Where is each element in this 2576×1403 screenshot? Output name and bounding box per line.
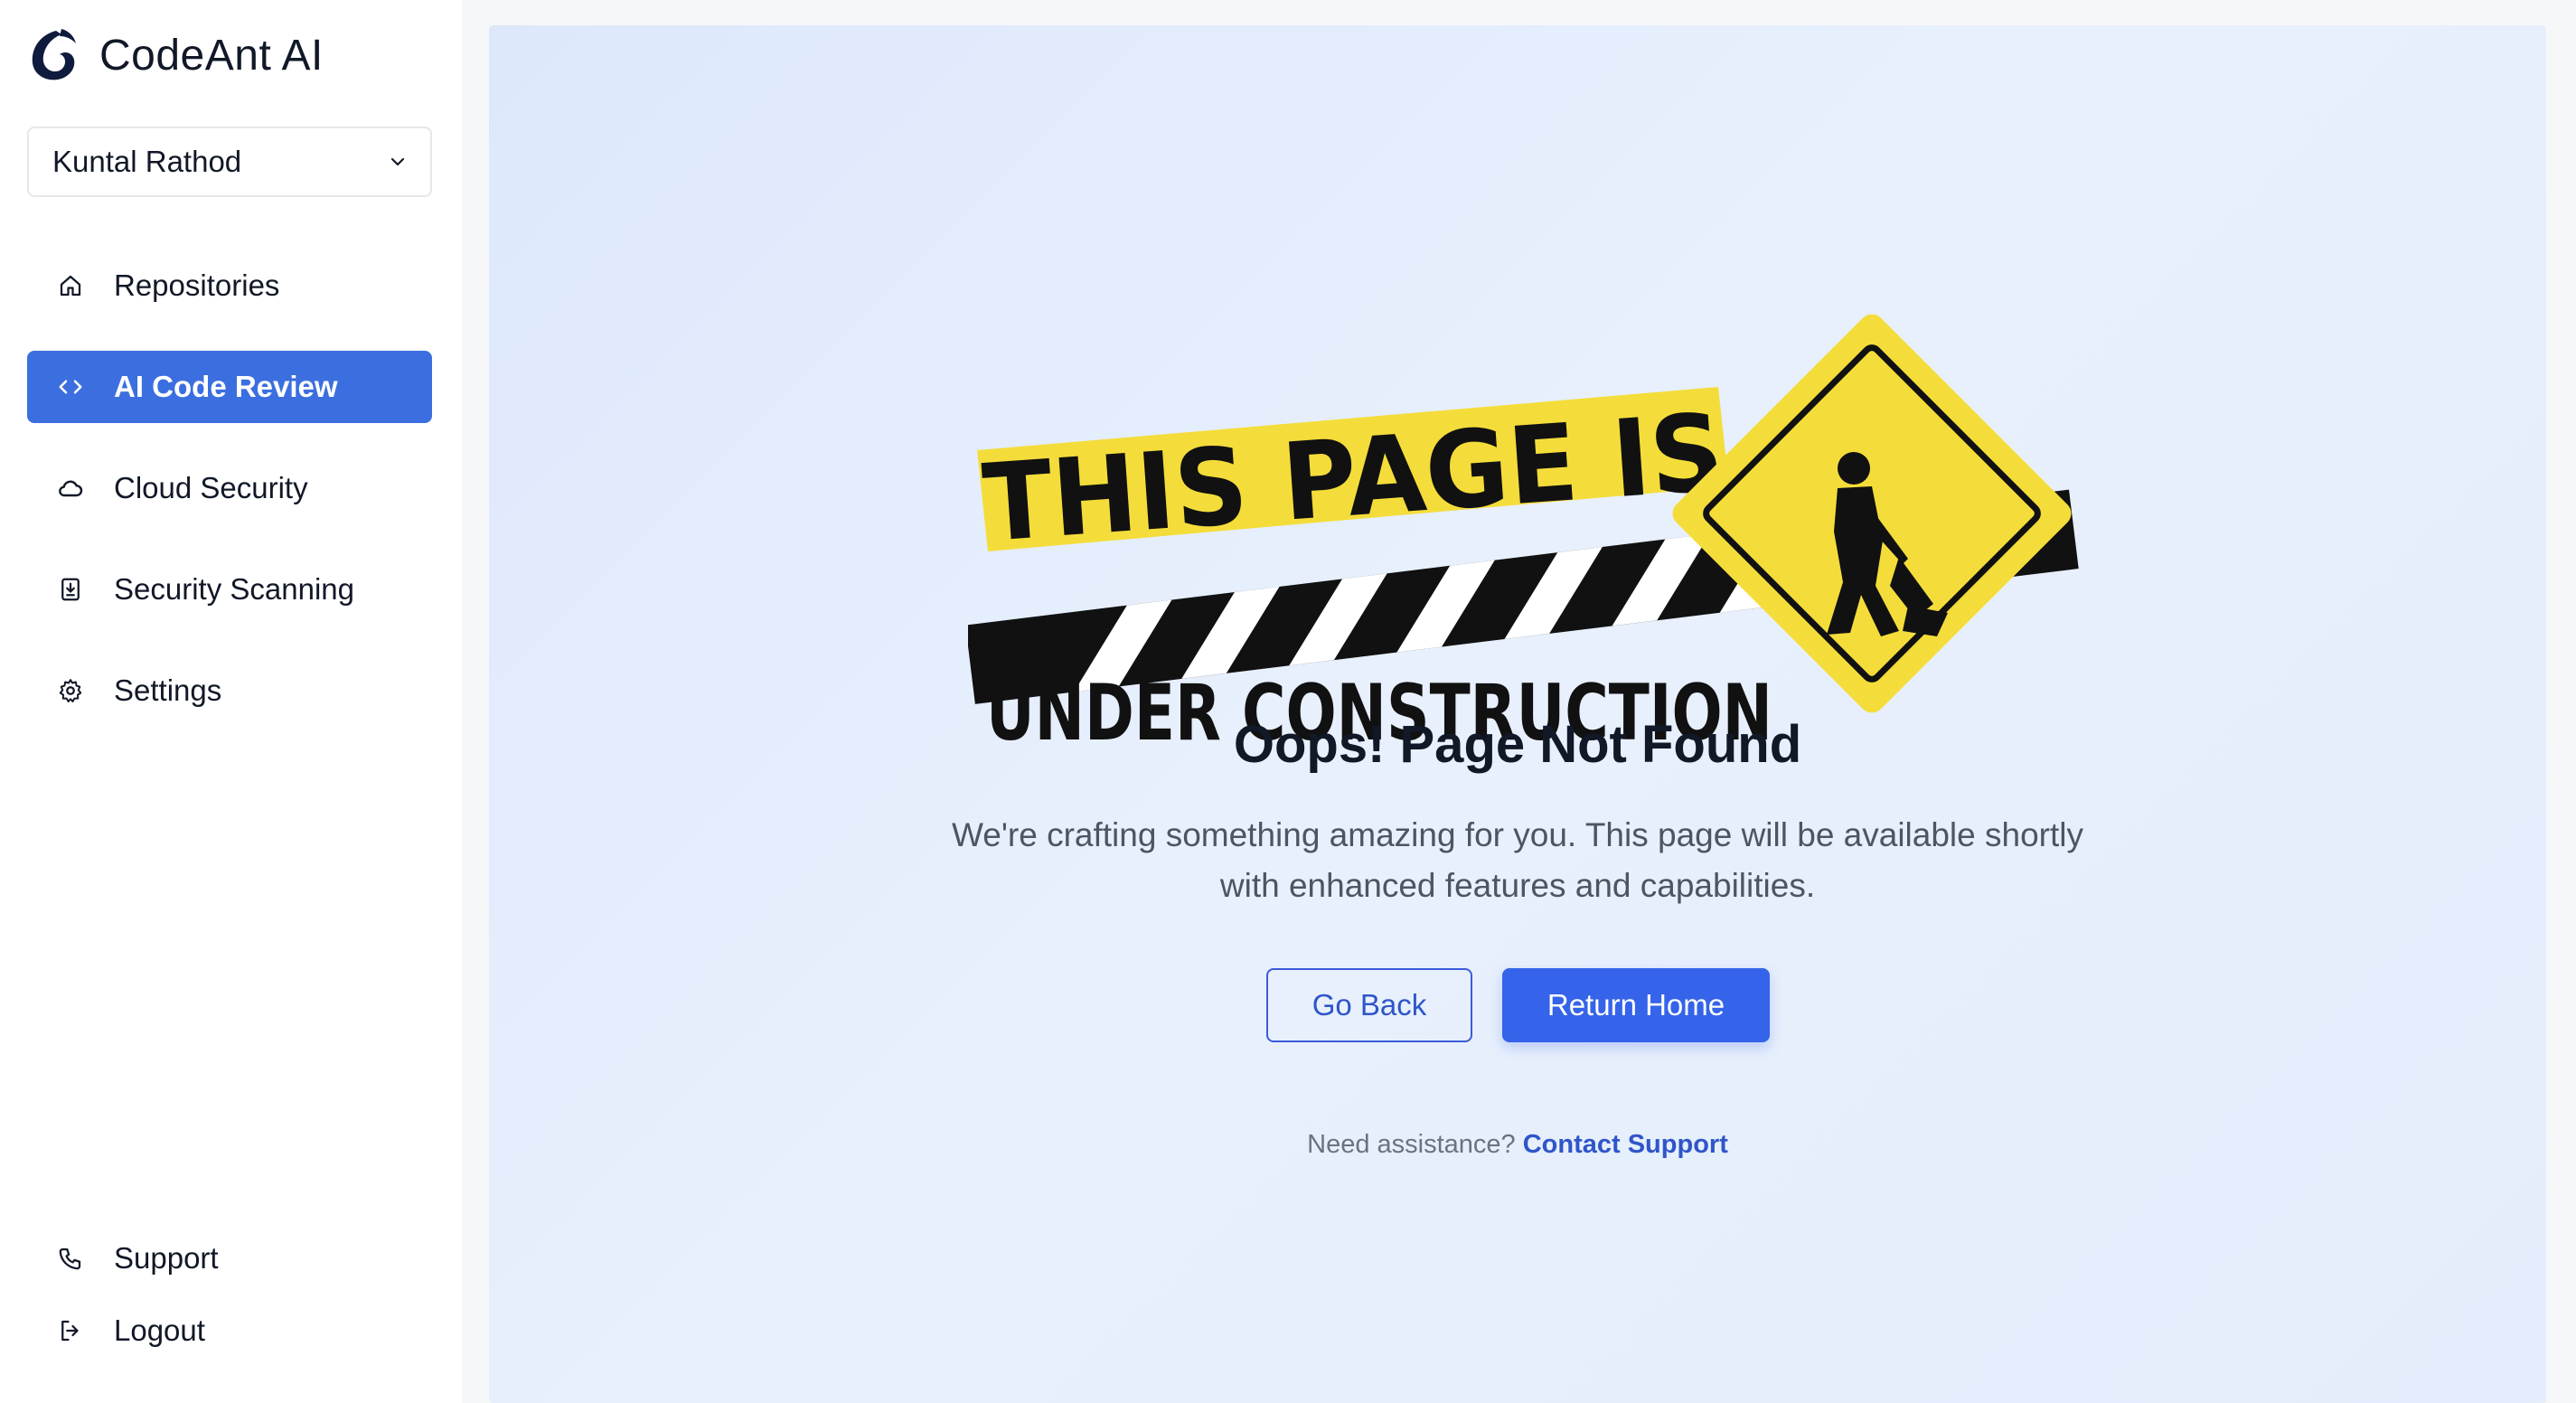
sidebar-item-cloud-security[interactable]: Cloud Security [27, 452, 432, 524]
org-selector-value: Kuntal Rathod [52, 145, 242, 178]
logout-icon [56, 1316, 85, 1345]
sidebar-item-label: Support [114, 1241, 219, 1275]
sidebar: CodeAnt AI Kuntal Rathod Repositories AI… [0, 0, 462, 1403]
home-icon [56, 271, 85, 300]
sidebar-item-ai-code-review[interactable]: AI Code Review [27, 351, 432, 423]
sidebar-nav: Repositories AI Code Review Cloud Securi… [27, 250, 432, 756]
sidebar-item-label: Logout [114, 1314, 205, 1347]
main-content: THIS PAGE IS UNDER CONSTRUCTION Oops! Pa… [489, 25, 2546, 1403]
chevron-down-icon [390, 157, 405, 166]
sidebar-item-security-scanning[interactable]: Security Scanning [27, 553, 432, 626]
sidebar-item-label: Settings [114, 673, 222, 707]
org-selector[interactable]: Kuntal Rathod [27, 127, 432, 197]
cloud-icon [56, 474, 85, 503]
gear-icon [56, 676, 85, 705]
illustration-line1: THIS PAGE IS [979, 390, 1727, 566]
brand[interactable]: CodeAnt AI [25, 24, 324, 87]
sidebar-item-label: Repositories [114, 268, 280, 302]
help-prompt: Need assistance? [1307, 1130, 1516, 1159]
page-title: Oops! Page Not Found [1233, 715, 1802, 774]
description-line1: We're crafting something amazing for you… [952, 816, 2083, 853]
brand-name: CodeAnt AI [99, 31, 324, 80]
phone-icon [56, 1244, 85, 1273]
return-home-button[interactable]: Return Home [1502, 968, 1770, 1042]
code-icon [56, 372, 85, 401]
under-construction-illustration: THIS PAGE IS UNDER CONSTRUCTION [968, 315, 2079, 749]
sidebar-item-label: Security Scanning [114, 572, 354, 606]
contact-support-link[interactable]: Contact Support [1523, 1130, 1728, 1159]
sidebar-item-label: Cloud Security [114, 471, 308, 504]
download-file-icon [56, 575, 85, 604]
help-text: Need assistance? Contact Support [489, 1130, 2546, 1160]
go-back-button[interactable]: Go Back [1266, 968, 1472, 1042]
sidebar-item-logout[interactable]: Logout [27, 1302, 432, 1360]
action-buttons: Go Back Return Home [1266, 968, 1770, 1042]
sidebar-item-settings[interactable]: Settings [27, 654, 432, 727]
sidebar-bottom-nav: Support Logout [27, 1229, 432, 1374]
sidebar-item-support[interactable]: Support [27, 1229, 432, 1287]
sidebar-item-repositories[interactable]: Repositories [27, 250, 432, 322]
description-line2: with enhanced features and capabilities. [1219, 867, 1816, 904]
sidebar-item-label: AI Code Review [114, 370, 338, 403]
page-description: We're crafting something amazing for you… [489, 810, 2546, 911]
codeant-logo-icon [32, 29, 76, 80]
